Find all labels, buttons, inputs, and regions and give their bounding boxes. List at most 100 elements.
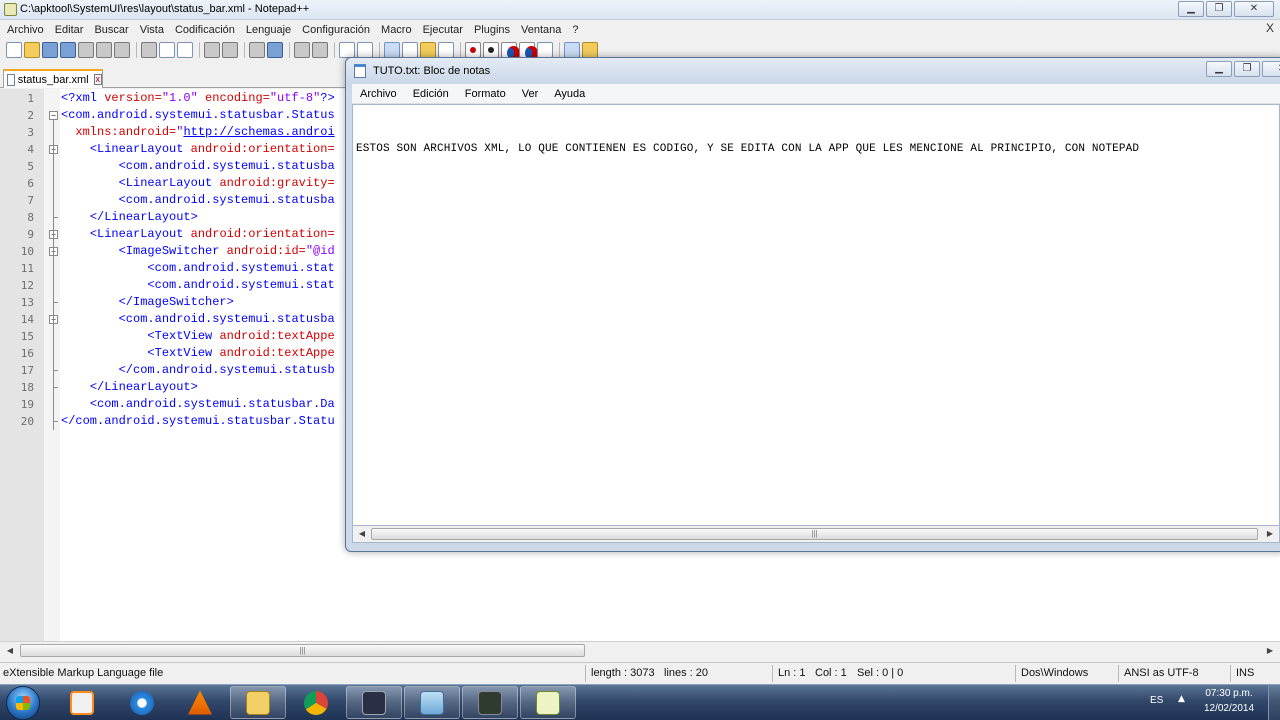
line-number: 20 [20,415,34,428]
code-line: </LinearLayout> [61,379,198,396]
menu-macro[interactable]: Macro [377,24,419,36]
menu-ejecutar[interactable]: Ejecutar [419,24,470,36]
menu-buscar[interactable]: Buscar [90,24,135,36]
clock-date[interactable]: 12/02/2014 [1198,703,1260,714]
code-line: </com.android.systemui.statusb [61,362,335,379]
minimize-button[interactable]: ▁ [1206,61,1232,77]
find-icon[interactable] [249,42,265,58]
menu-editar[interactable]: Editar [51,24,91,36]
fold-end-marker [53,217,58,218]
print-icon[interactable] [114,42,130,58]
redo-icon[interactable] [222,42,238,58]
tab-close-icon[interactable]: x [93,74,102,85]
code-line: <TextView android:textAppe [61,345,334,362]
undo-icon[interactable] [204,42,220,58]
code-token-tag: <TextView [147,329,220,343]
close-file-icon[interactable] [78,42,94,58]
scrollbar-thumb[interactable]: ||| [20,644,585,657]
taskbar-terminal[interactable] [346,686,402,719]
start-button[interactable] [6,686,40,720]
copy-icon[interactable] [159,42,175,58]
menu-formato[interactable]: Formato [461,88,518,100]
taskbar-vlc[interactable] [172,686,228,719]
code-line: </com.android.systemui.statusbar.Statu [61,413,335,430]
taskbar-file-explorer[interactable] [230,686,286,719]
notepad-text-area[interactable]: ESTOS SON ARCHIVOS XML, LO QUE CONTIENEN… [352,104,1280,526]
fold-toggle-icon[interactable]: − [49,111,58,120]
menu-ver[interactable]: Ver [518,88,551,100]
scroll-right-icon[interactable]: ▶ [1263,527,1277,540]
spell-check-icon[interactable] [564,42,580,58]
play-macro-icon[interactable] [501,42,520,60]
record-macro-icon[interactable] [465,42,481,58]
notepad-plus-plus-app-icon [4,3,17,16]
notepad-icon [420,690,444,715]
close-document-button[interactable]: X [1266,21,1274,35]
clock-time[interactable]: 07:30 p.m. [1198,688,1260,699]
menu-help[interactable]: ? [568,24,585,36]
save-icon[interactable] [42,42,58,58]
open-file-icon[interactable] [24,42,40,58]
code-line: <com.android.systemui.statusba [61,158,335,175]
notepad-title-bar[interactable]: TUTO.txt: Bloc de notas ▁ ❐ ✕ [346,58,1280,84]
scroll-left-icon[interactable]: ◀ [355,527,369,540]
show-all-chars-icon[interactable] [402,42,418,58]
menu-archivo[interactable]: Archivo [3,24,51,36]
menu-ayuda[interactable]: Ayuda [550,88,597,100]
replace-icon[interactable] [267,42,283,58]
word-wrap-icon[interactable] [384,42,400,58]
new-file-icon[interactable] [6,42,22,58]
cut-icon[interactable] [141,42,157,58]
menu-edicion[interactable]: Edición [409,88,461,100]
npp-title-bar[interactable]: C:\apktool\SystemUI\res\layout\status_ba… [0,0,1280,20]
restore-button[interactable]: ❐ [1234,61,1260,77]
sync-horizontal-icon[interactable] [357,42,373,58]
user-language-icon[interactable] [438,42,454,58]
notepad-horizontal-scrollbar[interactable]: ◀ ||| ▶ [352,526,1280,543]
restore-button[interactable]: ❐ [1206,1,1232,17]
status-divider [1015,665,1016,682]
zoom-out-icon[interactable] [312,42,328,58]
sync-vertical-icon[interactable] [339,42,355,58]
code-token-attr: android:orientation= [190,227,335,241]
menu-lenguaje[interactable]: Lenguaje [242,24,298,36]
stop-macro-icon[interactable] [483,42,499,58]
notepad-menu-bar: Archivo Edición Formato Ver Ayuda [352,84,1280,104]
menu-archivo[interactable]: Archivo [356,88,409,100]
menu-plugins[interactable]: Plugins [470,24,517,36]
horizontal-scrollbar[interactable]: ◀ ||| ▶ [0,641,1280,658]
close-button[interactable]: ✕ [1234,1,1274,17]
taskbar-notepad[interactable] [404,686,460,719]
menu-configuracion[interactable]: Configuración [298,24,377,36]
scrollbar-thumb[interactable]: ||| [371,528,1258,540]
close-all-icon[interactable] [96,42,112,58]
save-all-icon[interactable] [60,42,76,58]
tab-status-bar-xml[interactable]: status_bar.xml x [3,69,103,88]
menu-codificacion[interactable]: Codificación [171,24,242,36]
show-desktop-button[interactable] [1268,685,1280,720]
taskbar-notepad-plus-plus[interactable] [520,686,576,719]
status-length: length : 3073 [591,667,655,679]
taskbar-internet-explorer[interactable] [114,686,170,719]
indent-guide-icon[interactable] [420,42,436,58]
run-macro-multiple-icon[interactable] [519,42,538,60]
save-macro-icon[interactable] [537,42,553,58]
minimize-button[interactable]: ▁ [1178,1,1204,17]
line-number: 7 [27,194,34,207]
status-column: Col : 1 [815,667,847,679]
close-button[interactable]: ✕ [1262,61,1280,77]
scroll-left-icon[interactable]: ◀ [3,644,17,657]
toolbar-separator [136,42,137,58]
vlc-icon [188,690,212,715]
language-indicator[interactable]: ES [1150,695,1163,706]
taskbar-app[interactable] [462,686,518,719]
tray-expand-icon[interactable]: ▲ [1178,694,1185,704]
menu-vista[interactable]: Vista [136,24,171,36]
scroll-right-icon[interactable]: ▶ [1263,644,1277,657]
menu-ventana[interactable]: Ventana [517,24,568,36]
taskbar-chrome[interactable] [288,686,344,719]
plugin-icon[interactable] [582,42,598,58]
zoom-in-icon[interactable] [294,42,310,58]
taskbar-media-center[interactable] [54,686,110,719]
paste-icon[interactable] [177,42,193,58]
